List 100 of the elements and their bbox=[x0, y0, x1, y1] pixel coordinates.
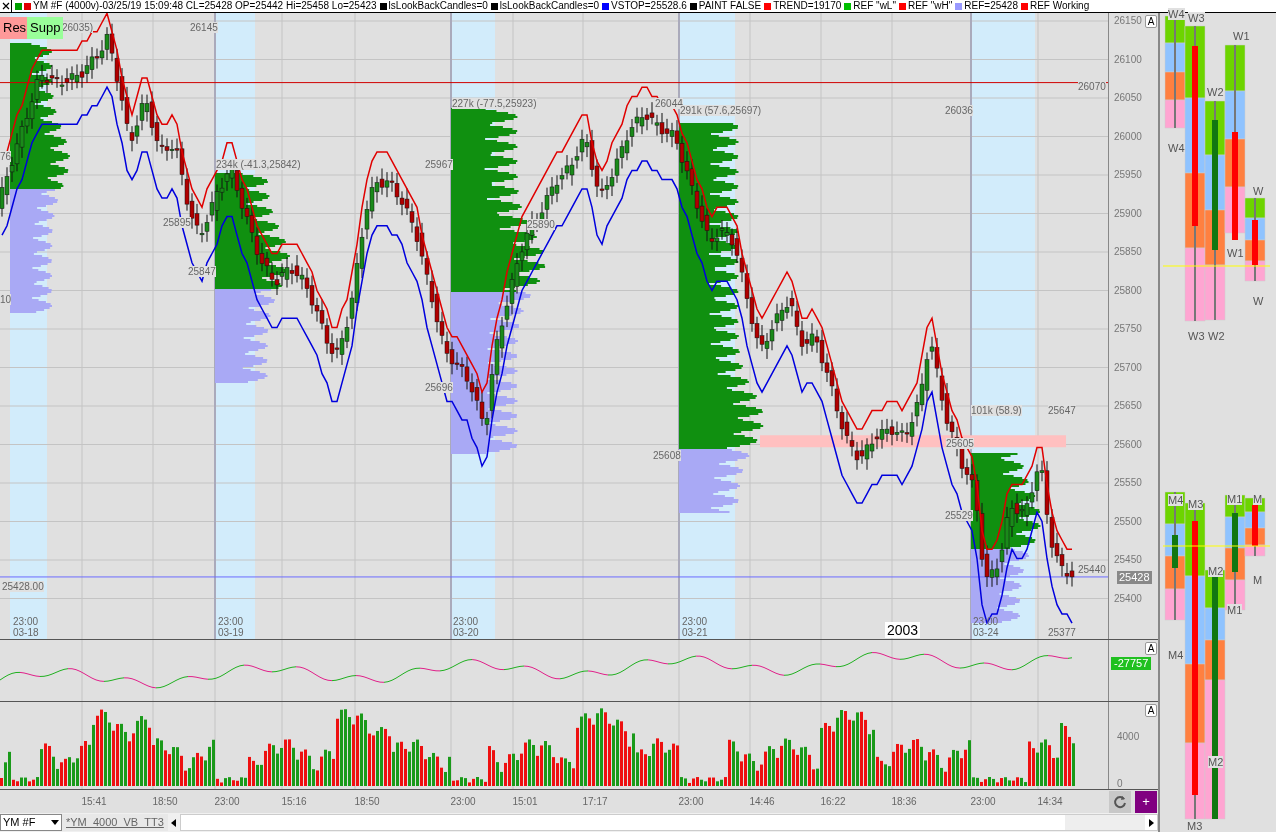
price-tick: 25550 bbox=[1114, 477, 1142, 488]
current-price-tag: 25428 bbox=[1117, 570, 1152, 584]
price-tick: 25800 bbox=[1114, 284, 1142, 296]
time-label: 23:00 bbox=[214, 796, 240, 807]
time-label: 15:41 bbox=[81, 796, 107, 807]
quick-button[interactable]: Res bbox=[0, 17, 30, 39]
price-tick: 25850 bbox=[1114, 246, 1142, 257]
period-label: M1 bbox=[1227, 493, 1243, 505]
price-annotation: 25967 bbox=[425, 159, 453, 170]
period-label: W4 bbox=[1168, 142, 1185, 154]
scale-button[interactable]: A bbox=[1145, 642, 1157, 655]
price-tick: 26150 bbox=[1114, 15, 1142, 26]
right-arrow-icon bbox=[1148, 818, 1154, 827]
price-tick: 25400 bbox=[1114, 592, 1142, 604]
price-tick: 26100 bbox=[1114, 53, 1142, 65]
session-label: 23:00 03-18 bbox=[13, 616, 39, 638]
period-label: W3 bbox=[1188, 12, 1205, 24]
scrollbar[interactable] bbox=[179, 814, 1158, 831]
price-annotation: 234k (-41.3,25842) bbox=[216, 159, 301, 170]
chart-tab[interactable]: *YM_4000_VB_TT3 bbox=[62, 814, 168, 831]
time-label: 18:36 bbox=[891, 796, 917, 807]
time-label: 23:00 bbox=[678, 796, 704, 807]
legend-text: lsLookBackCandles=0 bbox=[499, 0, 600, 12]
legend-text: TREND=19170 bbox=[773, 0, 842, 12]
period-label: W1 bbox=[1233, 30, 1250, 42]
price-tick: 25650 bbox=[1114, 400, 1142, 411]
session-label: 23:00 03-20 bbox=[453, 616, 479, 638]
price-annotation: 26145 bbox=[190, 22, 218, 33]
price-tick: 26050 bbox=[1114, 92, 1142, 103]
caret-icon bbox=[51, 820, 59, 825]
period-label: W bbox=[1253, 185, 1264, 197]
quick-button[interactable]: Supp bbox=[27, 17, 64, 39]
legend-text: PAINT FALSE bbox=[698, 0, 762, 12]
period-label: M1 bbox=[1227, 604, 1243, 616]
price-tick: 25900 bbox=[1114, 207, 1142, 219]
price-tick: 25600 bbox=[1114, 438, 1142, 450]
symbol-dropdown[interactable]: YM #F bbox=[0, 814, 62, 831]
price-annotation: 25377 bbox=[1048, 627, 1076, 638]
price-annotation: 25847 bbox=[188, 266, 216, 277]
period-label: M4 bbox=[1168, 649, 1184, 661]
period-label: W2 bbox=[1207, 86, 1224, 98]
price-annotation: 26070 bbox=[1078, 81, 1106, 92]
price-tick: 25500 bbox=[1114, 515, 1142, 527]
price-tick: 25450 bbox=[1114, 554, 1142, 565]
price-annotation: 25608 bbox=[653, 450, 681, 461]
period-label: M3 bbox=[1187, 820, 1203, 832]
volume-tick: 4000 bbox=[1117, 731, 1140, 742]
session-label: 23:00 03-24 bbox=[973, 616, 999, 638]
period-label: M3 bbox=[1188, 498, 1204, 510]
session-label: 23:00 03-19 bbox=[218, 616, 244, 638]
price-annotation: 25428.00 bbox=[2, 581, 44, 592]
legend-text: REF "wH" bbox=[907, 0, 953, 12]
period-label: M2 bbox=[1208, 756, 1224, 768]
refresh-button[interactable] bbox=[1109, 790, 1131, 813]
period-label: M bbox=[1253, 493, 1263, 505]
price-annotation: 26035) bbox=[62, 22, 94, 33]
scale-button[interactable]: A bbox=[1145, 15, 1157, 28]
period-label: M4 bbox=[1168, 494, 1184, 506]
price-annotation: 10 bbox=[0, 294, 12, 305]
price-annotation: 25647 bbox=[1048, 405, 1076, 416]
price-annotation: 25440 bbox=[1078, 564, 1106, 575]
indicator-value-tag: -27757 bbox=[1111, 657, 1152, 670]
period-label: M bbox=[1253, 574, 1263, 586]
period-label: W bbox=[1253, 295, 1264, 307]
time-label: 16:22 bbox=[820, 796, 846, 807]
price-tick: 25700 bbox=[1114, 361, 1142, 373]
period-label: W1 bbox=[1227, 247, 1244, 259]
left-arrow-icon bbox=[171, 818, 177, 827]
price-annotation: 25890 bbox=[527, 219, 555, 230]
price-annotation: 26044 bbox=[655, 98, 683, 109]
time-label: 18:50 bbox=[354, 796, 380, 807]
scrollbar-thumb[interactable] bbox=[1065, 815, 1145, 830]
time-label: 15:16 bbox=[281, 796, 307, 807]
price-annotation: 25895 bbox=[163, 217, 191, 228]
price-annotation: 76 bbox=[0, 151, 12, 162]
price-annotation: 26036 bbox=[945, 105, 973, 116]
period-label: M2 bbox=[1208, 565, 1224, 577]
price-annotation: 101k (58.9) bbox=[971, 405, 1022, 416]
time-label: 17:17 bbox=[582, 796, 608, 807]
price-tick: 26000 bbox=[1114, 130, 1142, 142]
legend-text: REF Working bbox=[1029, 0, 1090, 12]
time-label: 15:01 bbox=[512, 796, 538, 807]
time-label: 18:50 bbox=[152, 796, 178, 807]
price-annotation: 291k (57.6,25697) bbox=[680, 105, 762, 116]
session-label: 23:00 03-21 bbox=[682, 616, 708, 638]
legend-text: lsLookBackCandles=0 bbox=[388, 0, 488, 12]
scale-button[interactable]: A bbox=[1145, 704, 1157, 717]
time-label: 14:34 bbox=[1037, 796, 1063, 807]
time-label: 23:00 bbox=[450, 796, 476, 807]
period-label: W4 bbox=[1168, 8, 1185, 20]
volume-tick: 0 bbox=[1117, 778, 1123, 789]
period-label: W3 bbox=[1188, 330, 1205, 342]
close-button[interactable] bbox=[0, 0, 12, 12]
legend-text: REF "wL" bbox=[853, 0, 896, 12]
bar-count: 2003 bbox=[885, 622, 921, 638]
period-label: W2 bbox=[1208, 330, 1225, 342]
price-annotation: 227k (-77.5,25923) bbox=[452, 98, 537, 109]
legend-text: VSTOP=25528.6 bbox=[611, 0, 687, 12]
add-button[interactable]: + bbox=[1135, 790, 1157, 813]
refresh-icon bbox=[1113, 794, 1127, 809]
